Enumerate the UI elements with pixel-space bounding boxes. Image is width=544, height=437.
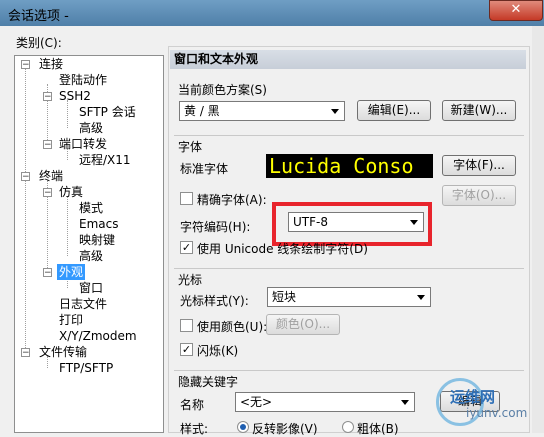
precise-font-button[interactable]: 字体(O)...	[442, 185, 516, 206]
close-button[interactable]: ✕	[489, 0, 543, 21]
expand-toggle-icon[interactable]: −	[43, 268, 52, 278]
font-group-divider	[174, 135, 524, 136]
cursor-group-divider	[174, 268, 524, 269]
unicode-linedraw-label: 使用 Unicode 线条绘制字符(D)	[197, 242, 368, 256]
keyword-name-label: 名称	[180, 398, 205, 412]
tree-item-xyzmodem[interactable]: X/Y/Zmodem	[59, 328, 137, 344]
keyword-style-label: 样式:	[180, 422, 209, 436]
tree-item-emulation[interactable]: 仿真	[59, 184, 83, 200]
keyword-group-divider	[174, 370, 524, 371]
tree-item-emulation-advanced[interactable]: 高级	[79, 248, 103, 264]
bold-radio[interactable]	[342, 421, 354, 433]
chevron-down-icon	[401, 400, 409, 405]
category-tree[interactable]: − 连接 登陆动作 − SSH2 SFTP 会话 高级 − 端口转发 远程/X1…	[14, 55, 164, 433]
tree-item-terminal[interactable]: 终端	[39, 168, 63, 184]
expand-toggle-icon[interactable]: −	[43, 92, 52, 102]
tree-item-ftp-sftp[interactable]: FTP/SFTP	[59, 360, 113, 376]
panel-header: 窗口和文本外观	[170, 50, 526, 69]
tree-item-emacs[interactable]: Emacs	[79, 216, 118, 232]
tree-item-remote-x11[interactable]: 远程/X11	[79, 152, 131, 168]
tree-item-connection[interactable]: 连接	[39, 56, 63, 72]
expand-toggle-icon[interactable]: −	[43, 140, 52, 150]
keyword-name-select[interactable]: <无>	[235, 392, 415, 412]
chevron-down-icon	[331, 109, 339, 114]
cursor-style-select[interactable]: 短块	[267, 287, 431, 307]
cursor-style-value: 短块	[272, 290, 297, 304]
watermark-url: iyunv.com	[466, 406, 528, 420]
keyword-name-value: <无>	[240, 395, 273, 409]
reverse-video-radio[interactable]	[237, 421, 249, 433]
tree-item-modes[interactable]: 模式	[79, 200, 103, 216]
expand-toggle-icon[interactable]: −	[21, 172, 30, 182]
precise-font-checkbox[interactable]	[180, 192, 193, 205]
cursor-color-label: 使用颜色(U):	[197, 320, 268, 334]
cursor-color-checkbox[interactable]	[180, 319, 193, 332]
encoding-label: 字符编码(H):	[180, 220, 251, 234]
cursor-style-label: 光标样式(Y):	[180, 294, 249, 308]
window-scrollbar[interactable]	[532, 26, 544, 433]
color-scheme-value: 黄 / 黑	[184, 104, 220, 118]
reverse-video-label: 反转影像(V)	[252, 422, 318, 436]
expand-toggle-icon[interactable]: −	[21, 348, 30, 358]
tree-item-log-file[interactable]: 日志文件	[59, 296, 107, 312]
font-preview: Lucida Conso	[266, 154, 433, 178]
title-bar: 会话选项 - ✕	[0, 0, 544, 26]
standard-font-label: 标准字体	[180, 162, 229, 176]
standard-font-button[interactable]: 字体(F)...	[442, 155, 516, 176]
tree-item-file-transfer[interactable]: 文件传输	[39, 344, 87, 360]
chevron-down-icon	[417, 295, 425, 300]
color-scheme-select[interactable]: 黄 / 黑	[179, 101, 345, 121]
window-title: 会话选项 -	[8, 9, 69, 24]
cursor-blink-checkbox[interactable]: ✓	[180, 343, 193, 356]
tree-item-ssh2-advanced[interactable]: 高级	[79, 120, 103, 136]
cursor-color-button[interactable]: 颜色(O)...	[266, 314, 340, 335]
watermark-text: 运维网	[450, 388, 496, 406]
color-scheme-label: 当前颜色方案(S)	[178, 83, 267, 97]
tree-item-sftp-session[interactable]: SFTP 会话	[79, 104, 136, 120]
category-label: 类别(C):	[16, 36, 62, 50]
tree-item-mapped-keys[interactable]: 映射键	[79, 232, 115, 248]
tree-item-window[interactable]: 窗口	[79, 280, 103, 296]
expand-toggle-icon[interactable]: −	[21, 60, 30, 70]
tree-item-appearance[interactable]: 外观	[57, 264, 86, 280]
tree-item-printing[interactable]: 打印	[59, 312, 83, 328]
unicode-linedraw-checkbox[interactable]: ✓	[180, 241, 193, 254]
tree-item-port-forwarding[interactable]: 端口转发	[59, 136, 107, 152]
tree-item-ssh2[interactable]: SSH2	[59, 88, 91, 104]
edit-scheme-button[interactable]: 编辑(E)...	[357, 100, 431, 121]
bold-label: 粗体(B)	[357, 422, 399, 436]
expand-toggle-icon[interactable]: −	[43, 188, 52, 198]
cursor-blink-label: 闪烁(K)	[197, 344, 239, 358]
precise-font-label: 精确字体(A):	[197, 193, 267, 207]
tree-item-login-actions[interactable]: 登陆动作	[59, 72, 107, 88]
keyword-group-title: 隐藏关键字	[178, 375, 239, 389]
new-scheme-button[interactable]: 新建(W)...	[442, 100, 516, 121]
cursor-group-title: 光标	[178, 273, 203, 287]
font-group-title: 字体	[178, 140, 203, 154]
